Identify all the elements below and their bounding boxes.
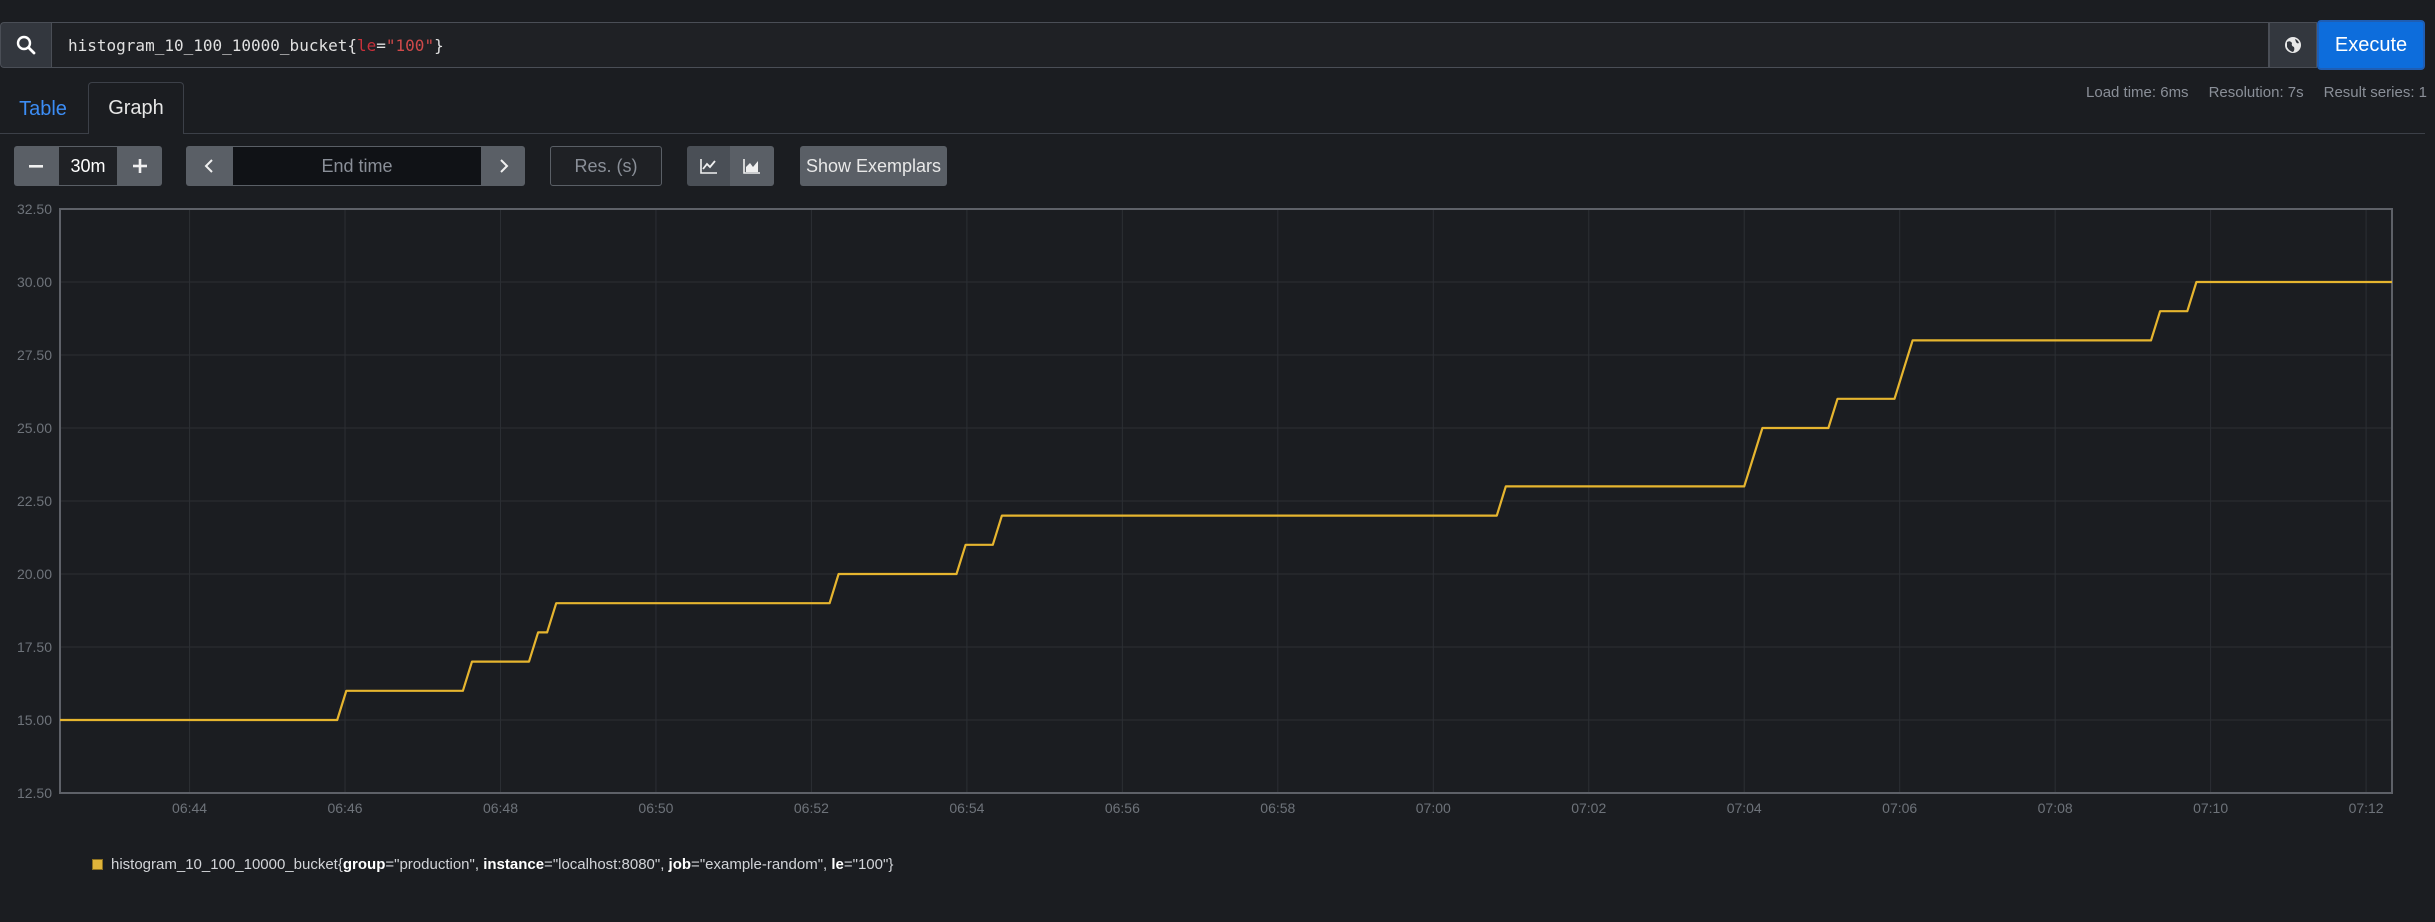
globe-icon [2285,37,2301,53]
chevron-left-icon [204,159,213,173]
tabs-divider [0,133,2425,134]
x-tick-label: 06:44 [172,800,207,816]
tab-table[interactable]: Table [0,85,86,133]
x-tick-label: 06:46 [327,800,362,816]
time-forward-button[interactable] [482,146,525,186]
y-tick-label: 15.00 [17,712,52,728]
legend-value-instance: "localhost:8080" [552,856,661,873]
legend-eq-3: = [691,856,700,873]
legend-eq-2: = [544,856,553,873]
x-tick-label: 06:48 [483,800,518,816]
unstacked-chart-button[interactable] [687,146,730,186]
end-time-input[interactable]: End time [232,146,482,186]
query-open-brace: { [347,35,357,55]
y-tick-label: 32.50 [17,201,52,217]
y-tick-label: 27.50 [17,347,52,363]
resolution-input[interactable]: Res. (s) [550,146,662,186]
tab-graph[interactable]: Graph [88,82,184,134]
legend-sep-1: , [474,856,484,873]
decrease-range-button[interactable] [14,146,58,186]
y-tick-label: 17.50 [17,639,52,655]
legend-key-group: group [342,856,386,873]
legend-eq-1: = [385,856,395,873]
area-chart-icon [743,159,760,174]
minus-icon [29,165,43,168]
resolution-stat: Resolution: 7s [2208,84,2304,101]
y-tick-label: 20.00 [17,566,52,582]
query-metric: histogram_10_100_10000_bucket [68,35,348,55]
x-axis: 06:44 06:46 06:48 06:50 06:52 06:54 06:56 06:58… [172,800,2384,816]
load-time: Load time: 6ms [2086,84,2189,101]
x-tick-label: 07:10 [2193,800,2228,816]
search-icon-button[interactable] [0,22,51,68]
query-equals: = [376,35,386,55]
execute-button[interactable]: Execute [2317,20,2425,70]
result-series: Result series: 1 [2323,84,2427,101]
legend-metric: histogram_10_100_10000_bucket [111,856,338,873]
legend-sep-3: , [823,856,832,873]
legend-brace-close: } [888,856,894,873]
expression-input[interactable]: histogram_10_100_10000_bucket{le = "100"} [51,22,2269,68]
x-tick-label: 06:56 [1105,800,1140,816]
graph-chart[interactable]: 12.50 15.00 17.50 20.00 22.50 25.00 27.50 30.00… [0,195,2435,820]
x-tick-label: 07:00 [1416,800,1451,816]
query-close-brace: } [434,35,444,55]
x-tick-label: 07:04 [1727,800,1762,816]
x-tick-label: 06:52 [794,800,829,816]
legend-key-instance: instance [483,856,545,873]
y-tick-label: 22.50 [17,493,52,509]
query-label-value: "100" [385,35,435,55]
chevron-right-icon [499,159,508,173]
x-tick-label: 07:08 [2038,800,2073,816]
search-icon [16,35,36,55]
x-tick-label: 07:12 [2349,800,2384,816]
legend-eq-4: = [843,856,853,873]
query-label-name: le [357,35,377,55]
plus-icon [133,159,147,173]
stacked-chart-button[interactable] [730,146,774,186]
y-axis: 12.50 15.00 17.50 20.00 22.50 25.00 27.50 30.00… [17,201,52,801]
x-tick-label: 07:02 [1571,800,1606,816]
y-tick-label: 30.00 [17,274,52,290]
metrics-explorer-button[interactable] [2269,22,2317,68]
range-input[interactable]: 30m [58,146,118,186]
legend-swatch [92,859,103,870]
grid [60,208,2392,794]
legend-key-le: le [831,856,844,873]
x-tick-label: 06:50 [638,800,673,816]
y-tick-label: 12.50 [17,785,52,801]
query-stats: Load time: 6ms Resolution: 7s Result ser… [2086,84,2427,101]
x-tick-label: 06:58 [1260,800,1295,816]
line-chart-icon [699,159,717,174]
legend-value-le: "100" [852,856,889,873]
x-tick-label: 07:06 [1882,800,1917,816]
x-tick-label: 06:54 [949,800,984,816]
y-tick-label: 25.00 [17,420,52,436]
increase-range-button[interactable] [118,146,162,186]
legend-value-group: "production" [394,856,475,873]
show-exemplars-button[interactable]: Show Exemplars [800,146,947,186]
time-back-button[interactable] [186,146,232,186]
legend-item[interactable]: histogram_10_100_10000_bucket{group = "pro… [92,856,893,873]
legend-key-job: job [668,856,692,873]
legend-sep-2: , [660,856,669,873]
legend-value-job: "example-random" [699,856,824,873]
